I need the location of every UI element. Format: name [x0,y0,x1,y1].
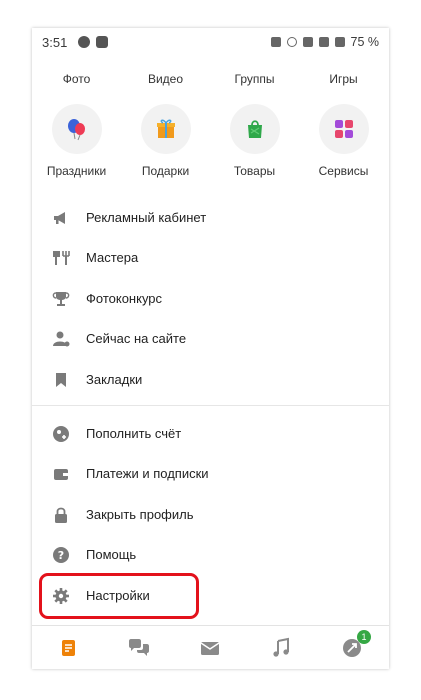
menu-item-label: Мастера [86,250,139,265]
shopping-bag-icon [230,104,280,154]
shortcut-label: Фото [62,72,91,86]
menu-item-photo-contest[interactable]: Фотоконкурс [32,279,389,319]
music-note-icon[interactable] [269,636,293,660]
shortcut-label: Подарки [141,164,190,178]
wallet-icon [54,469,68,480]
envelope-icon[interactable] [198,636,222,660]
signal-icon [318,37,329,47]
shortcut-gifts[interactable]: Подарки [121,104,210,184]
status-time: 3:51 [42,35,68,50]
menu-item-label: Закладки [86,372,143,387]
shortcut-services[interactable]: Сервисы [299,104,388,184]
gift-icon [141,104,191,154]
status-right: 75 % [270,35,380,49]
shortcut-label: Игры [329,72,358,86]
menu-item-label: Пополнить счёт [86,426,182,441]
notifications-badge: 1 [357,630,371,644]
shortcuts-row: Праздники Подарки Товары Сервисы [32,104,389,184]
bookmark-icon [56,373,66,387]
menu-item-label: Настройки [86,588,150,603]
masters-icon [53,251,70,265]
battery-icon [334,37,345,47]
lock-icon [55,507,67,523]
notification-app-icon-2 [96,36,108,48]
menu-item-settings[interactable]: Настройки [32,576,389,616]
online-users-icon [53,331,70,347]
bottom-navigation: 1 [32,625,389,669]
menu-divider [32,405,389,406]
menu-item-label: Фотоконкурс [86,291,163,306]
menu-item-payments[interactable]: Платежи и подписки [32,454,389,494]
shortcut-holidays[interactable]: Праздники [32,104,121,184]
menu-item-close-profile[interactable]: Закрыть профиль [32,495,389,535]
menu-item-label: Рекламный кабинет [86,210,207,225]
shortcut-label: Группы [234,72,275,86]
trophy-icon [52,292,70,306]
status-bar: 3:51 75 % [32,28,389,56]
menu-item-label: Платежи и подписки [86,466,209,481]
balloons-icon [52,104,102,154]
shortcut-label: Сервисы [318,164,369,178]
shortcut-label: Товары [233,164,276,178]
menu-item-help[interactable]: ? Помощь [32,535,389,575]
menu-item-ad-cabinet[interactable]: Рекламный кабинет [32,198,389,238]
top-up-icon [53,426,69,442]
menu-item-label: Помощь [86,547,137,562]
mute-icon [270,37,281,47]
settings-gear-icon [53,588,69,604]
battery-percent: 75 % [350,35,380,49]
megaphone-icon [54,212,65,224]
notification-app-icon [78,36,90,48]
menu-item-top-up[interactable]: Пополнить счёт [32,414,389,454]
menu-item-label: Закрыть профиль [86,507,194,522]
svg-text:?: ? [58,549,64,562]
menu-item-bookmarks[interactable]: Закладки [32,360,389,400]
shortcut-label: Праздники [46,164,107,178]
services-icon [319,104,369,154]
menu-item-online-now[interactable]: Сейчас на сайте [32,319,389,359]
shortcut-label: Видео [147,72,184,86]
menu-item-label: Сейчас на сайте [86,331,187,346]
wifi-icon [302,37,313,47]
shortcut-products[interactable]: Товары [210,104,299,184]
do-not-disturb-icon [286,37,297,47]
help-icon: ? [53,547,69,563]
feed-icon[interactable] [57,636,81,660]
menu-item-masters[interactable]: Мастера [32,238,389,278]
phone-screen: 3:51 75 % Фото Видео Группы Игры Праздни… [32,28,389,669]
chat-bubbles-icon[interactable] [127,636,151,660]
